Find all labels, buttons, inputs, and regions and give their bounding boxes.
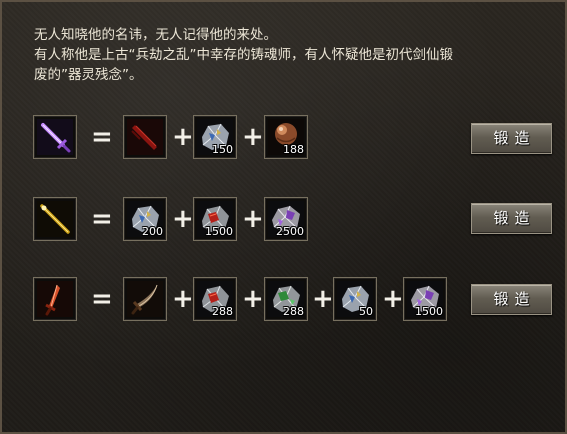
red-sword-icon [37, 281, 73, 317]
forge-panel: 无人知晓他的名讳，无人记得他的来处。 有人称他是上古“兵劫之乱”中幸存的铸魂师，… [0, 0, 567, 434]
plus-sign: + [382, 284, 404, 314]
golden-staff-icon [37, 201, 73, 237]
ingredient-slot[interactable]: 150 [193, 115, 237, 159]
plus-sign: + [242, 122, 264, 152]
plus-sign: + [172, 204, 194, 234]
ingredient-quantity: 50 [359, 305, 373, 318]
ingredient-slot[interactable]: 1500 [403, 277, 447, 321]
purple-sword-icon [37, 119, 73, 155]
description-line-1: 无人知晓他的名讳，无人记得他的来处。 [34, 27, 277, 43]
plus-sign: + [312, 284, 334, 314]
ingredient-slot[interactable]: 1500 [193, 197, 237, 241]
plus-sign: + [242, 204, 264, 234]
forge-button[interactable]: 锻造 [471, 284, 552, 315]
forge-button[interactable]: 锻造 [471, 123, 552, 154]
ingredient-quantity: 288 [283, 305, 304, 318]
ingredient-quantity: 2500 [276, 225, 304, 238]
forge-button[interactable]: 锻造 [471, 203, 552, 234]
ingredient-quantity: 1500 [205, 225, 233, 238]
ingredient-slot[interactable]: 200 [123, 197, 167, 241]
result-slot[interactable] [33, 277, 77, 321]
ingredient-quantity: 1500 [415, 305, 443, 318]
plus-sign: + [242, 284, 264, 314]
ingredient-slot[interactable]: 188 [264, 115, 308, 159]
ingredient-quantity: 188 [283, 143, 304, 156]
plus-sign: + [172, 284, 194, 314]
ingredient-quantity: 200 [142, 225, 163, 238]
description-line-3: 废的”器灵残念”。 [34, 67, 143, 83]
ingredient-slot[interactable] [123, 277, 167, 321]
result-slot[interactable] [33, 197, 77, 241]
plus-sign: + [172, 122, 194, 152]
ingredient-slot[interactable]: 288 [193, 277, 237, 321]
ingredient-quantity: 150 [212, 143, 233, 156]
ingredient-slot[interactable] [123, 115, 167, 159]
result-slot[interactable] [33, 115, 77, 159]
ingredient-slot[interactable]: 50 [333, 277, 377, 321]
equals-sign: = [91, 284, 113, 314]
equals-sign: = [91, 204, 113, 234]
equals-sign: = [91, 122, 113, 152]
ingredient-slot[interactable]: 2500 [264, 197, 308, 241]
curved-saber-icon [127, 281, 163, 317]
ingredient-slot[interactable]: 288 [264, 277, 308, 321]
red-blade-icon [127, 119, 163, 155]
description-line-2: 有人称他是上古“兵劫之乱”中幸存的铸魂师，有人怀疑他是初代剑仙锻 [34, 47, 453, 63]
ingredient-quantity: 288 [212, 305, 233, 318]
